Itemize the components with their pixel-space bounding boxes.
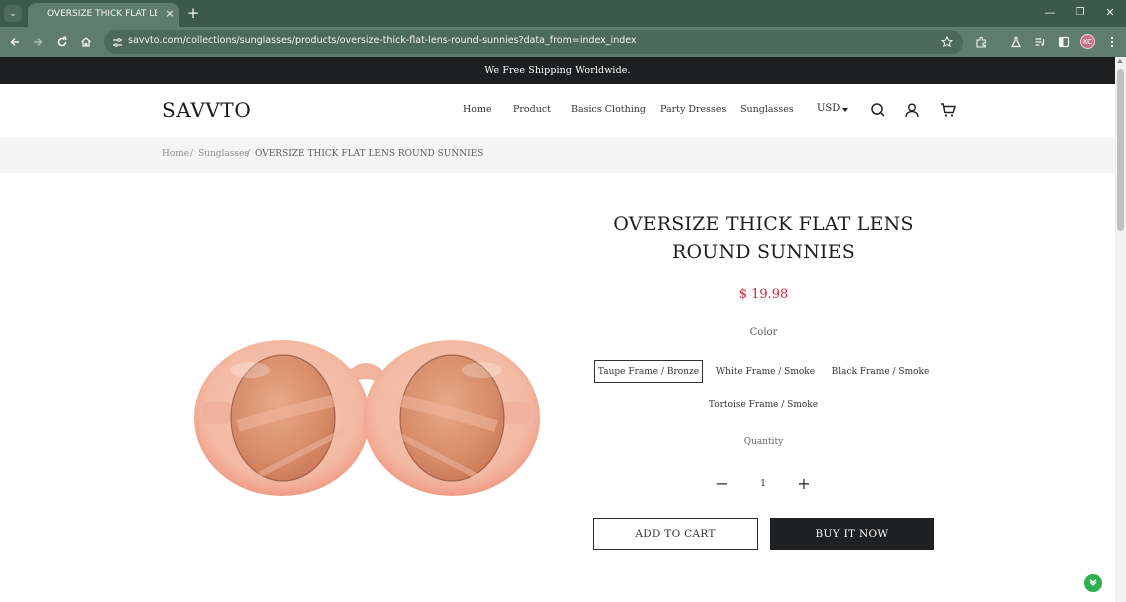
window-restore-button[interactable]: ❐ <box>1069 4 1091 22</box>
new-tab-button[interactable]: + <box>184 5 202 22</box>
browser-tab-strip: ⌄ OVERSIZE THICK FLAT LENS RO × + — ❐ ✕ <box>0 0 1126 27</box>
browser-toolbar: savvto.com/collections/sunglasses/produc… <box>0 27 1126 57</box>
scroll-thumb[interactable] <box>1117 69 1124 231</box>
forward-icon[interactable] <box>29 33 47 51</box>
nav-basics-clothing[interactable]: Basics Clothing <box>571 104 646 115</box>
home-icon[interactable] <box>77 33 95 51</box>
url-text[interactable]: savvto.com/collections/sunglasses/produc… <box>128 35 637 46</box>
currency-selector[interactable]: USD <box>817 103 840 114</box>
extensions-icon[interactable] <box>972 33 990 51</box>
add-to-cart-button[interactable]: ADD TO CART <box>593 518 758 550</box>
cart-icon[interactable] <box>940 102 956 118</box>
nav-product[interactable]: Product <box>513 104 551 115</box>
variant-white-smoke[interactable]: White Frame / Smoke <box>713 360 818 383</box>
nav-sunglasses[interactable]: Sunglasses <box>740 104 794 115</box>
back-icon[interactable] <box>6 33 24 51</box>
variant-taupe-bronze[interactable]: Taupe Frame / Bronze <box>594 360 703 383</box>
bookmark-star-icon[interactable] <box>939 34 955 50</box>
nav-party-dresses[interactable]: Party Dresses <box>660 104 726 115</box>
media-controls-icon[interactable] <box>1031 33 1049 51</box>
breadcrumb-sunglasses[interactable]: Sunglasses <box>198 149 249 159</box>
window-minimize-button[interactable]: — <box>1039 4 1061 22</box>
breadcrumb: Home / Sunglasses / OVERSIZE THICK FLAT … <box>0 137 1115 173</box>
quantity-decrease-button[interactable]: − <box>714 476 730 492</box>
tab-close-button[interactable]: × <box>163 6 177 22</box>
breadcrumb-separator: / <box>190 149 194 159</box>
site-header: SAVVTO Home Product Basics Clothing Part… <box>0 84 1115 137</box>
profile-avatar[interactable]: KC <box>1080 34 1095 49</box>
color-label: Color <box>749 327 778 338</box>
address-bar[interactable]: savvto.com/collections/sunglasses/produc… <box>104 30 963 54</box>
quantity-label: Quantity <box>743 437 784 447</box>
product-price: $ 19.98 <box>738 287 789 302</box>
labs-flask-icon[interactable] <box>1007 33 1025 51</box>
product-image[interactable] <box>190 330 542 510</box>
floating-chat-widget-icon[interactable] <box>1084 574 1102 592</box>
nav-home[interactable]: Home <box>463 104 492 115</box>
site-settings-icon[interactable] <box>110 35 124 49</box>
tab-list-button[interactable]: ⌄ <box>4 5 22 22</box>
quantity-increase-button[interactable]: + <box>796 476 812 492</box>
search-icon[interactable] <box>870 102 886 118</box>
breadcrumb-home[interactable]: Home <box>162 149 189 159</box>
announcement-bar: We Free Shipping Worldwide. <box>0 57 1115 84</box>
variant-tortoise-smoke[interactable]: Tortoise Frame / Smoke <box>707 393 820 416</box>
chevron-down-icon[interactable] <box>842 108 848 112</box>
browser-menu-icon[interactable] <box>1103 33 1121 51</box>
tab-title: OVERSIZE THICK FLAT LENS RO <box>47 9 157 19</box>
buy-it-now-button[interactable]: BUY IT NOW <box>770 518 934 550</box>
account-icon[interactable] <box>904 102 920 118</box>
breadcrumb-separator: / <box>247 149 251 159</box>
product-title: OVERSIZE THICK FLAT LENS ROUND SUNNIES <box>613 213 914 263</box>
window-close-button[interactable]: ✕ <box>1099 4 1121 22</box>
site-logo[interactable]: SAVVTO <box>162 98 251 122</box>
quantity-value[interactable]: 1 <box>753 478 773 489</box>
variant-black-smoke[interactable]: Black Frame / Smoke <box>830 360 931 383</box>
reload-icon[interactable] <box>53 33 71 51</box>
side-panel-icon[interactable] <box>1055 33 1073 51</box>
scroll-up-arrow-icon[interactable] <box>1117 59 1123 63</box>
announcement-text: We Free Shipping Worldwide. <box>484 65 631 76</box>
page-scrollbar[interactable] <box>1115 57 1126 602</box>
browser-tab[interactable]: OVERSIZE THICK FLAT LENS RO × <box>28 3 179 27</box>
breadcrumb-current: OVERSIZE THICK FLAT LENS ROUND SUNNIES <box>255 149 484 159</box>
